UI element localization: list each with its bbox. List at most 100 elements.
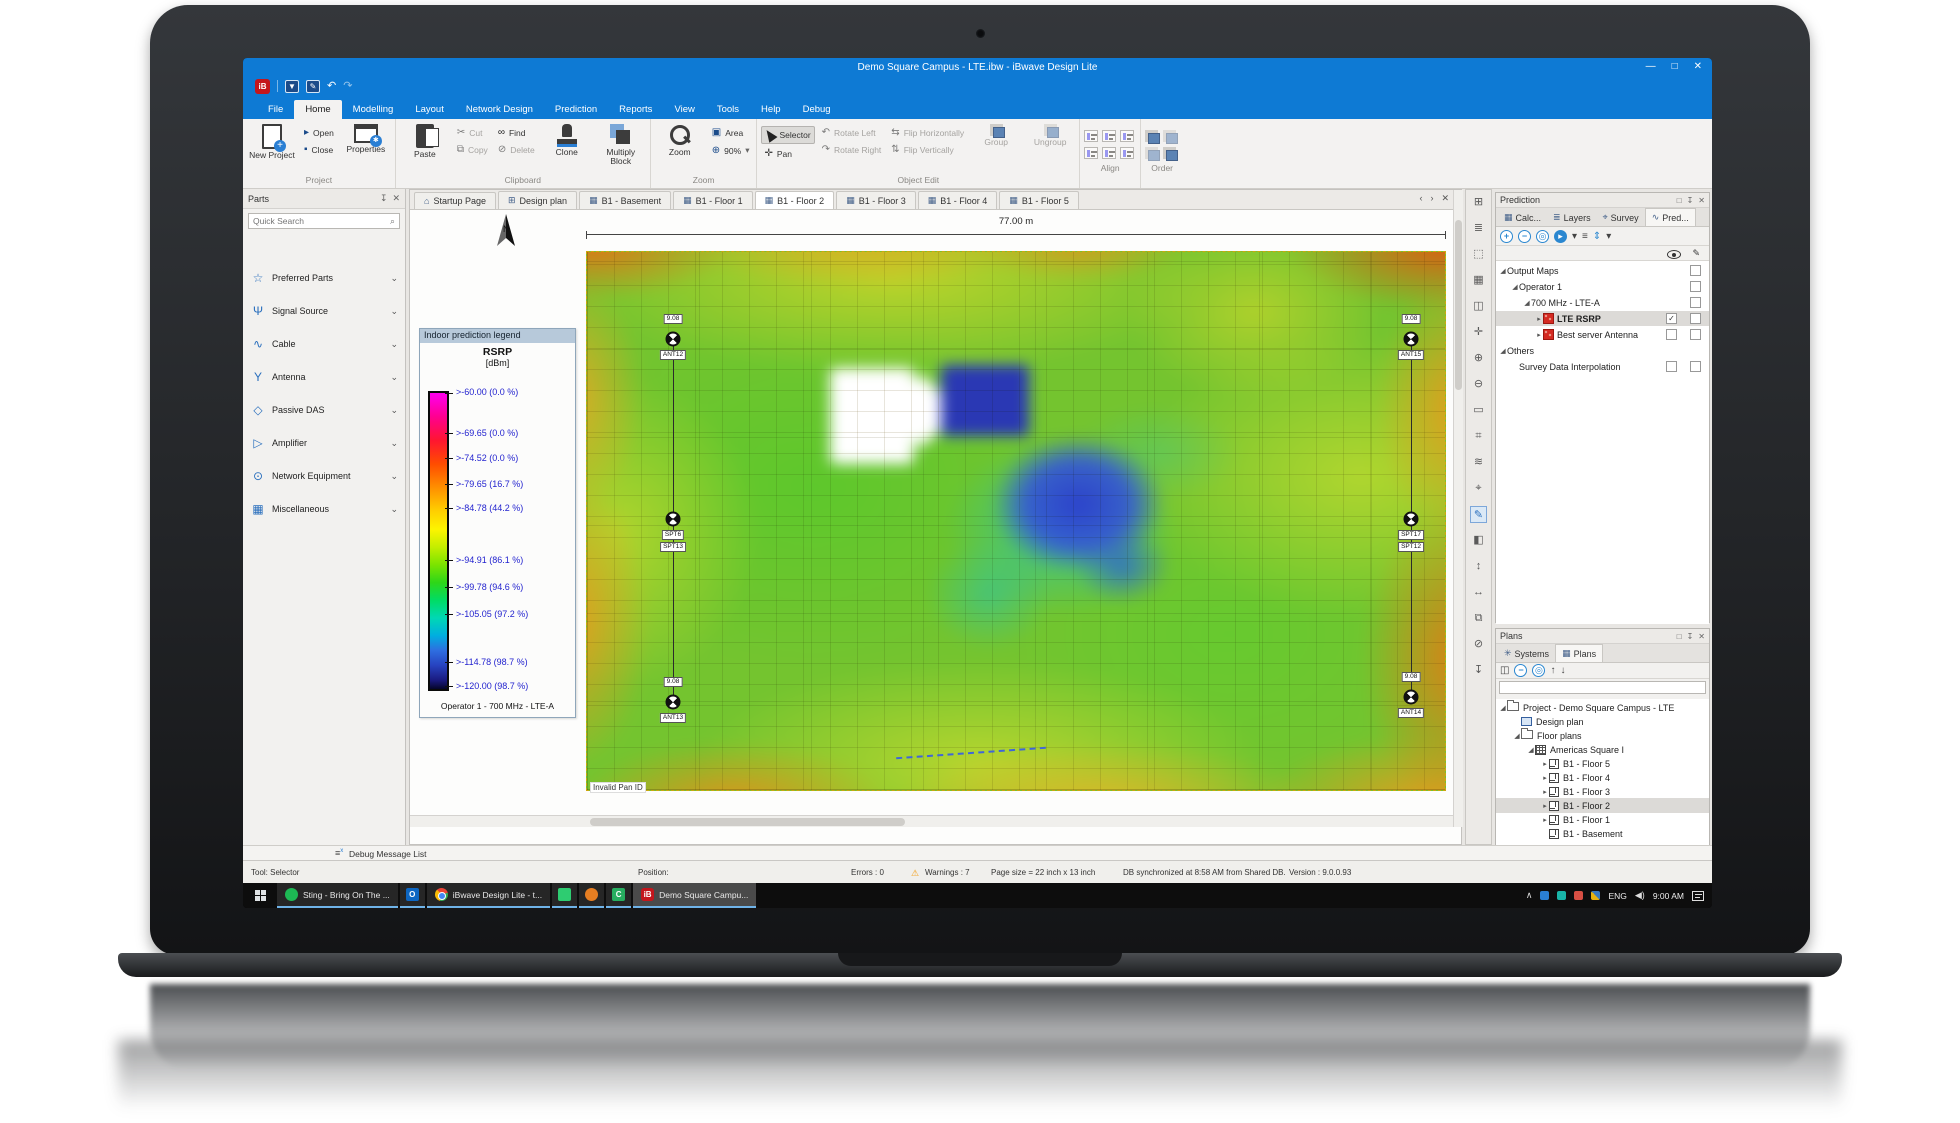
tab-b1-floor-5[interactable]: ▦B1 - Floor 5 [999, 191, 1079, 209]
menu-help[interactable]: Help [750, 100, 792, 119]
tree-row-others[interactable]: ◢Others [1496, 343, 1709, 358]
target-icon[interactable]: ⌖ [1470, 480, 1487, 497]
menu-home[interactable]: Home [294, 100, 341, 119]
copy-button[interactable]: ⧉Copy [454, 143, 491, 157]
tree-row-survey-data-interpolation[interactable]: Survey Data Interpolation [1496, 359, 1709, 374]
align-bottom-icon[interactable] [1120, 147, 1134, 159]
chevron-down-icon[interactable]: ⌄ [390, 504, 398, 515]
antenna-symbol-spt-right[interactable] [1404, 512, 1419, 527]
tree-row-b1-floor-5[interactable]: ▸B1 - Floor 5 [1496, 756, 1709, 771]
chevron-down-icon[interactable]: ⌄ [390, 339, 398, 350]
chevron-down-icon[interactable]: ⌄ [390, 273, 398, 284]
expand-icon[interactable]: ▸ [1541, 760, 1549, 768]
menu-view[interactable]: View [663, 100, 705, 119]
move-icon[interactable]: ✛ [1470, 324, 1487, 341]
checkbox[interactable] [1690, 297, 1701, 308]
selection-box-icon[interactable]: ⬚ [1470, 246, 1487, 263]
float-icon[interactable]: □ [1677, 196, 1682, 205]
antenna-symbol-ant14[interactable] [1404, 690, 1419, 705]
checkbox[interactable] [1690, 265, 1701, 276]
panel-layout-icon[interactable]: ⊞ [1470, 194, 1487, 211]
zoom-area-button[interactable]: ▣Area [709, 126, 753, 140]
rsrp-heatmap[interactable] [586, 251, 1446, 791]
scrollbar-thumb[interactable] [1455, 220, 1462, 390]
parts-item-miscellaneous[interactable]: ▦Miscellaneous⌄ [243, 496, 406, 522]
measure-icon[interactable]: ⌗ [1470, 428, 1487, 445]
list-options-icon[interactable]: ≡ [1582, 231, 1588, 242]
tray-expand-icon[interactable]: ∧ [1526, 890, 1533, 901]
settings-target-icon[interactable]: ◎ [1536, 230, 1549, 243]
new-project-button[interactable]: New Project [247, 122, 297, 160]
zoom-in-icon[interactable]: ⊕ [1470, 350, 1487, 367]
tab-survey[interactable]: ⌖Survey [1597, 209, 1645, 226]
minimize-button[interactable]: — [1646, 61, 1656, 72]
group-button[interactable]: Group [971, 122, 1021, 147]
antenna-symbol-ant15[interactable] [1404, 332, 1419, 347]
tab-plans[interactable]: ▦Plans [1555, 644, 1603, 662]
chevron-down-icon[interactable]: ▾ [1606, 231, 1611, 242]
checkbox[interactable] [1690, 361, 1701, 372]
tree-row-americas-square[interactable]: ◢Americas Square I [1496, 742, 1709, 757]
pin-icon[interactable]: ↧ [1687, 632, 1694, 641]
parts-item-passive-das[interactable]: ◇Passive DAS⌄ [243, 397, 406, 423]
tree-row-design-plan[interactable]: Design plan [1496, 714, 1709, 729]
menu-tools[interactable]: Tools [706, 100, 750, 119]
taskbar-spotify[interactable]: Sting - Bring On The ... [277, 883, 398, 908]
tab-b1-floor-4[interactable]: ▦B1 - Floor 4 [918, 191, 998, 209]
maximize-button[interactable]: □ [1672, 61, 1678, 72]
tab-systems[interactable]: ✳Systems [1498, 645, 1555, 662]
parts-item-antenna[interactable]: YAntenna⌄ [243, 364, 406, 390]
rotate-left-button[interactable]: ↶Rotate Left [819, 126, 885, 140]
flip-vertical-button[interactable]: ⇅Flip Vertically [888, 143, 967, 157]
horizontal-measure-icon[interactable]: ↔ [1470, 584, 1487, 601]
align-top-icon[interactable] [1084, 147, 1098, 159]
checkbox[interactable] [1690, 329, 1701, 340]
debug-list-icon[interactable]: ≡x [335, 848, 343, 858]
remove-prediction-icon[interactable]: − [1518, 230, 1531, 243]
tab-b1-basement[interactable]: ▦B1 - Basement [579, 191, 671, 209]
expand-icon[interactable]: ▸ [1535, 315, 1543, 323]
antenna-symbol-spt-left[interactable] [666, 512, 681, 527]
expand-icon[interactable]: ◢ [1499, 267, 1507, 275]
menu-reports[interactable]: Reports [608, 100, 663, 119]
close-panel-icon[interactable]: ✕ [1698, 196, 1705, 205]
tab-layers[interactable]: ≣Layers [1547, 209, 1597, 226]
scrollbar-thumb[interactable] [590, 818, 905, 826]
taskbar-app-green[interactable] [552, 883, 577, 908]
tab-design-plan[interactable]: ⊞Design plan [498, 191, 577, 209]
drop-icon[interactable]: ↧ [1470, 662, 1487, 679]
rectangle-tool-icon[interactable]: ▭ [1470, 402, 1487, 419]
checkbox[interactable] [1690, 313, 1701, 324]
visibility-checkbox[interactable]: ✓ [1666, 313, 1677, 324]
cut-button[interactable]: ✂Cut [454, 126, 491, 140]
tree-row-b1-floor-2[interactable]: ▸B1 - Floor 2 [1496, 798, 1709, 813]
move-down-icon[interactable]: ↓ [1560, 665, 1565, 676]
flip-horizontal-button[interactable]: ⇆Flip Horizontally [888, 126, 967, 140]
expand-icon[interactable]: ▸ [1541, 774, 1549, 782]
bring-forward-icon[interactable] [1145, 130, 1158, 142]
collapse-all-icon[interactable]: − [1514, 664, 1527, 677]
list-icon[interactable]: ≣ [1470, 220, 1487, 237]
multiply-block-button[interactable]: Multiply Block [596, 122, 646, 166]
properties-button[interactable]: Properties [341, 122, 391, 154]
close-panel-icon[interactable]: ✕ [392, 193, 400, 204]
parts-item-cable[interactable]: ∿Cable⌄ [243, 331, 406, 357]
send-to-back-icon[interactable] [1163, 147, 1176, 159]
chevron-down-icon[interactable]: ⌄ [390, 405, 398, 416]
expand-icon[interactable]: ◢ [1513, 732, 1521, 740]
tree-row-project[interactable]: ◢Project - Demo Square Campus - LTE [1496, 700, 1709, 715]
align-left-icon[interactable] [1084, 130, 1098, 142]
bring-to-front-icon[interactable] [1145, 147, 1158, 159]
language-indicator[interactable]: ENG [1608, 891, 1626, 901]
tree-row-b1-floor-1[interactable]: ▸B1 - Floor 1 [1496, 812, 1709, 827]
fill-half-icon[interactable]: ◧ [1470, 532, 1487, 549]
floorplan-icon[interactable]: ◫ [1500, 665, 1509, 676]
tree-row-operator-1[interactable]: ◢Operator 1 [1496, 279, 1709, 294]
grid-icon[interactable]: ▦ [1470, 272, 1487, 289]
parts-item-amplifier[interactable]: ▷Amplifier⌄ [243, 430, 406, 456]
paste-button[interactable]: Paste [400, 122, 450, 159]
chevron-down-icon[interactable]: ▾ [1572, 231, 1577, 242]
pin-icon[interactable]: ↧ [1687, 196, 1694, 205]
checkbox[interactable] [1690, 281, 1701, 292]
expand-icon[interactable]: ▸ [1541, 802, 1549, 810]
